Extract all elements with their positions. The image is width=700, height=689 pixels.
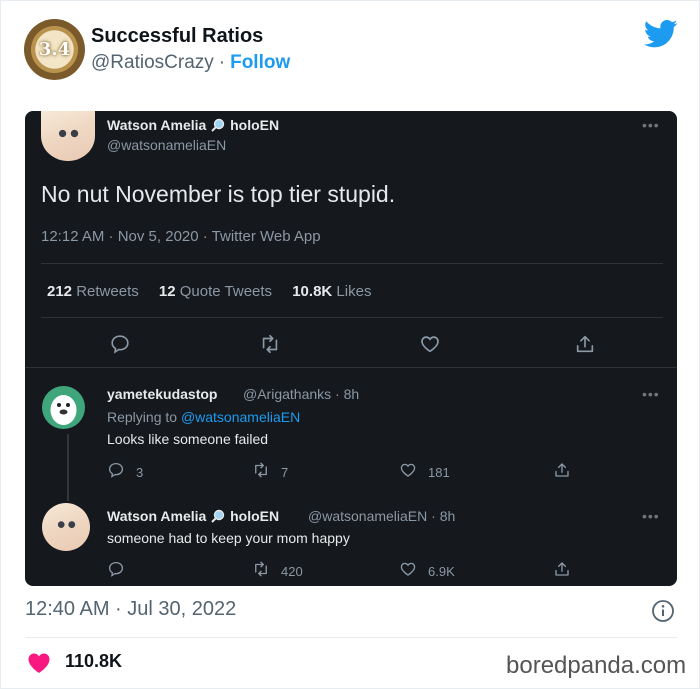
retweet-icon[interactable]	[252, 560, 270, 578]
reply1-retweet-count: 7	[281, 465, 289, 480]
author-avatar[interactable]: 3.4	[24, 19, 85, 80]
author-name[interactable]: Successful Ratios	[91, 25, 263, 48]
author-handle-row: @RatiosCrazy · Follow	[91, 52, 290, 74]
main-tweet-text: No nut November is top tier stupid.	[41, 181, 396, 207]
main-tweet-meta: 12:12 AM · Nov 5, 2020 · Twitter Web App	[41, 228, 321, 245]
thread-line	[67, 434, 69, 501]
main-tweet-name-row: Watson Amelia holoEN	[107, 117, 279, 133]
stat-retweets[interactable]: 212 Retweets	[47, 283, 139, 300]
reply2-more-icon[interactable]: •••	[642, 508, 660, 524]
reply1-replying-to: Replying to @watsonameliaEN	[107, 409, 301, 425]
reply1-reply-count: 3	[136, 465, 144, 480]
amelia-avatar	[42, 503, 90, 551]
reply1-handle-time: @Arigathanks · 8h	[243, 386, 360, 402]
divider	[25, 637, 677, 638]
reply2-name-suffix: holoEN	[230, 508, 280, 524]
reply1-more-icon[interactable]: •••	[642, 386, 660, 402]
tweet-embed-card: 3.4 Successful Ratios @RatiosCrazy · Follo…	[0, 0, 700, 689]
like-icon[interactable]	[419, 333, 441, 355]
author-handle[interactable]: @RatiosCrazy	[91, 52, 214, 73]
avatar-text: 3.4	[38, 39, 71, 60]
follow-button[interactable]: Follow	[230, 52, 290, 73]
like-count: 110.8K	[65, 651, 123, 671]
like-icon[interactable]	[399, 560, 417, 578]
divider	[41, 263, 663, 264]
reply2-retweet-count: 420	[281, 564, 303, 579]
watermark: boredpanda.com	[506, 652, 687, 679]
main-tweet-name-suffix: holoEN	[230, 117, 280, 133]
info-icon[interactable]	[651, 599, 675, 623]
share-icon[interactable]	[574, 333, 596, 355]
reply2-text: someone had to keep your mom happy	[107, 530, 350, 546]
reply1-name: yametekudastop	[107, 386, 218, 402]
stat-likes[interactable]: 10.8K Likes	[292, 283, 371, 300]
reply2-like-count: 6.9K	[428, 564, 455, 579]
reply-icon[interactable]	[109, 333, 131, 355]
twitter-bird-icon[interactable]	[643, 19, 678, 49]
reply2-name: Watson Amelia	[107, 508, 207, 524]
main-tweet-stats: 212 Retweets 12 Quote Tweets 10.8K Likes	[47, 283, 371, 300]
reply2-handle-time: @watsonameliaEN · 8h	[308, 508, 456, 524]
retweet-icon[interactable]	[259, 333, 281, 355]
reply1-like-count: 181	[428, 465, 450, 480]
main-more-icon[interactable]: •••	[642, 117, 660, 133]
divider	[25, 367, 677, 368]
yametekudastop-avatar	[42, 386, 85, 429]
reply-icon[interactable]	[107, 560, 125, 578]
amelia-avatar	[41, 111, 95, 161]
stat-quote-tweets[interactable]: 12 Quote Tweets	[159, 283, 272, 300]
heart-icon[interactable]	[27, 652, 51, 674]
reply-icon[interactable]	[107, 461, 125, 479]
share-icon[interactable]	[553, 560, 571, 578]
main-tweet-name: Watson Amelia	[107, 117, 207, 133]
share-icon[interactable]	[553, 461, 571, 479]
tweet-timestamp[interactable]: 12:40 AM · Jul 30, 2022	[25, 598, 236, 621]
main-tweet-handle: @watsonameliaEN	[107, 137, 227, 153]
replying-to-link[interactable]: @watsonameliaEN	[181, 409, 300, 425]
embedded-screenshot: Watson Amelia holoEN @watsonameliaEN •••…	[25, 111, 677, 586]
like-icon[interactable]	[399, 461, 417, 479]
reply1-text: Looks like someone failed	[107, 431, 269, 447]
magnifier-icon	[211, 509, 225, 523]
divider	[41, 317, 663, 318]
magnifier-icon	[211, 118, 225, 132]
retweet-icon[interactable]	[252, 461, 270, 479]
separator: ·	[218, 52, 226, 73]
reply2-name-row: Watson Amelia holoEN	[107, 508, 279, 524]
